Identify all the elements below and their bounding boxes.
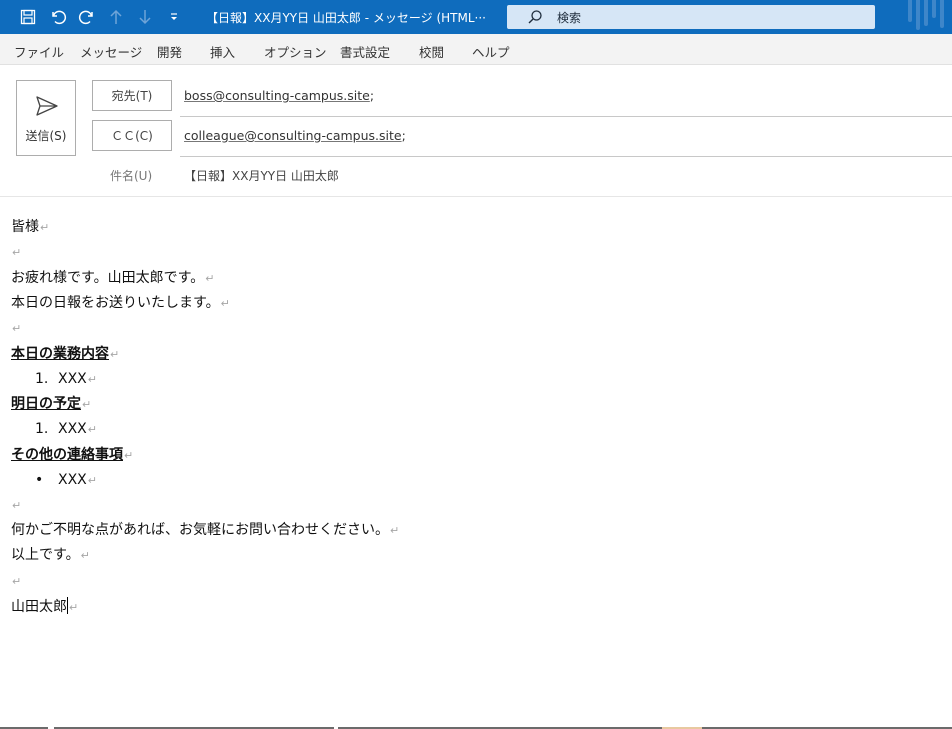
menu-developer[interactable]: 開発 bbox=[157, 42, 182, 61]
decor-bar bbox=[932, 0, 936, 18]
menu-options[interactable]: オプション bbox=[264, 42, 327, 61]
body-greeting: 皆様↵ bbox=[11, 219, 50, 235]
section-title-tomorrow: 明日の予定↵ bbox=[11, 396, 92, 412]
list-item: XXX↵ bbox=[58, 421, 97, 437]
search-box[interactable]: 検索 bbox=[507, 5, 875, 29]
redo-icon[interactable] bbox=[77, 7, 97, 27]
text-cursor bbox=[67, 597, 68, 614]
body-intro-1: お疲れ様です。山田太郎です。↵ bbox=[11, 270, 215, 286]
list-number: 1. bbox=[35, 371, 49, 387]
to-field-underline bbox=[180, 116, 952, 117]
cc-field-underline bbox=[180, 156, 952, 157]
subject-field[interactable]: 【日報】XX月YY日 山田太郎 bbox=[184, 167, 339, 184]
decor-bar bbox=[924, 0, 928, 26]
undo-icon[interactable] bbox=[48, 7, 68, 27]
menu-format[interactable]: 書式設定 bbox=[340, 42, 390, 61]
section-title-today: 本日の業務内容↵ bbox=[11, 346, 120, 362]
arrow-up-icon[interactable] bbox=[106, 7, 126, 27]
search-placeholder: 検索 bbox=[557, 11, 582, 25]
arrow-down-icon[interactable] bbox=[135, 7, 155, 27]
send-button[interactable]: 送信(S) bbox=[16, 80, 76, 156]
menu-review[interactable]: 校閲 bbox=[419, 42, 444, 61]
cc-address: colleague@consulting-campus.site bbox=[184, 128, 402, 143]
title-bar: 【日報】XX月YY日 山田太郎 - メッセージ (HTML··· 検索 bbox=[0, 0, 952, 34]
send-label: 送信(S) bbox=[25, 129, 67, 143]
cc-separator: ; bbox=[401, 128, 406, 143]
window-title: 【日報】XX月YY日 山田太郎 - メッセージ (HTML··· bbox=[206, 11, 486, 25]
cc-field[interactable]: colleague@consulting-campus.site; bbox=[184, 128, 406, 143]
to-button[interactable]: 宛先(T) bbox=[92, 80, 172, 111]
cc-button[interactable]: ＣＣ(C) bbox=[92, 120, 172, 151]
body-closing-2: 以上です。↵ bbox=[11, 547, 90, 563]
body-closing-1: 何かご不明な点があれば、お気軽にお問い合わせください。↵ bbox=[11, 522, 400, 538]
decor-bar bbox=[940, 0, 944, 28]
message-header: 送信(S) 宛先(T) boss@consulting-campus.site;… bbox=[0, 65, 952, 197]
to-address: boss@consulting-campus.site bbox=[184, 88, 370, 103]
decor-bar bbox=[908, 0, 912, 22]
menu-file[interactable]: ファイル bbox=[14, 42, 64, 61]
save-icon[interactable] bbox=[18, 7, 38, 27]
body-empty-line: ↵ bbox=[12, 575, 22, 588]
customize-icon[interactable] bbox=[164, 7, 184, 27]
list-bullet: • bbox=[35, 472, 44, 488]
search-icon bbox=[527, 9, 543, 29]
body-empty-line: ↵ bbox=[12, 499, 22, 512]
section-title-other: その他の連絡事項↵ bbox=[11, 447, 134, 463]
list-number: 1. bbox=[35, 421, 49, 437]
message-body[interactable]: 皆様↵ ↵ お疲れ様です。山田太郎です。↵ 本日の日報をお送りいたします。↵ ↵… bbox=[0, 198, 952, 727]
menu-insert[interactable]: 挿入 bbox=[210, 42, 235, 61]
body-empty-line: ↵ bbox=[12, 246, 22, 259]
body-intro-2: 本日の日報をお送りいたします。↵ bbox=[11, 295, 230, 311]
menu-bar: ファイル メッセージ 開発 挿入 オプション 書式設定 校閲 ヘルプ bbox=[0, 34, 952, 65]
send-icon bbox=[35, 95, 59, 121]
to-field[interactable]: boss@consulting-campus.site; bbox=[184, 88, 374, 103]
body-signature: 山田太郎 ↵ bbox=[11, 597, 79, 615]
list-item: XXX↵ bbox=[58, 472, 97, 488]
menu-help[interactable]: ヘルプ bbox=[472, 42, 510, 61]
to-separator: ; bbox=[369, 88, 375, 103]
body-empty-line: ↵ bbox=[12, 322, 22, 335]
subject-label: 件名(U) bbox=[110, 169, 153, 183]
list-item: XXX↵ bbox=[58, 371, 97, 387]
decor-bar bbox=[916, 0, 920, 30]
menu-message[interactable]: メッセージ bbox=[80, 42, 142, 61]
